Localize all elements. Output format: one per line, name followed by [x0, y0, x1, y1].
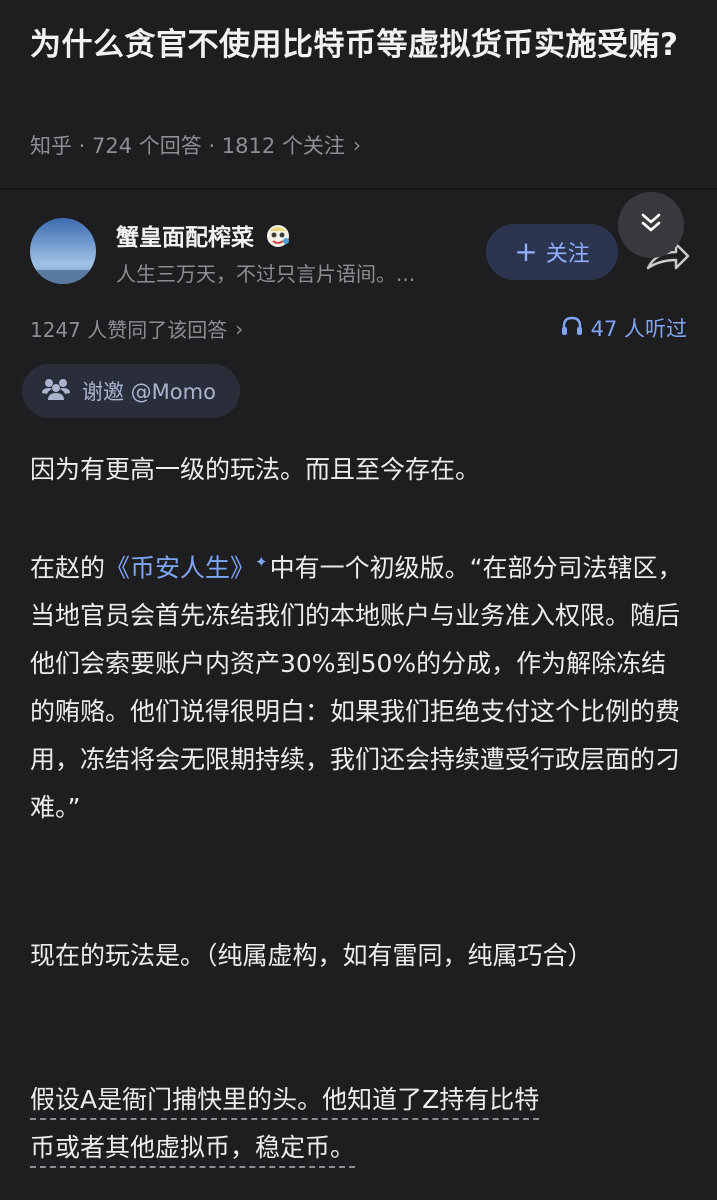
- answer-paragraph: 假设A是衙门捕快里的头。他知道了Z持有比特 币或者其他虚拟币，稳定币。: [30, 1076, 690, 1172]
- vote-count[interactable]: 1247 人赞同了该回答 ›: [30, 314, 243, 343]
- invite-pill[interactable]: 谢邀 @Momo: [22, 364, 240, 418]
- follow-label: 关注: [545, 242, 590, 267]
- answer-text: 中有一个初级版。“在部分司法辖区，当地官员会首先冻结我们的本地账户与业务准入权限…: [30, 553, 683, 823]
- question-meta-text: 知乎 · 724 个回答 · 1812 个关注: [30, 134, 345, 158]
- collapse-button[interactable]: [618, 192, 684, 258]
- invite-label: 谢邀 @Momo: [82, 380, 216, 404]
- chevron-right-icon: ›: [352, 133, 361, 157]
- plus-icon: +: [514, 235, 538, 268]
- sparkle-icon: ✦: [255, 553, 268, 571]
- listen-count[interactable]: 47 人听过: [561, 313, 687, 343]
- follow-button[interactable]: + 关注: [486, 224, 618, 280]
- avatar[interactable]: [30, 218, 96, 284]
- highlighted-text[interactable]: 假设A是衙门捕快里的头。他知道了Z持有比特: [30, 1085, 540, 1120]
- chevron-right-icon: ›: [235, 316, 244, 341]
- answer-paragraph: 在赵的《币安人生》✦中有一个初级版。“在部分司法辖区，当地官员会首先冻结我们的本…: [30, 538, 690, 832]
- answer-text: 在赵的: [30, 553, 106, 583]
- answer-paragraph: 现在的玩法是。（纯属虚构，如有雷同，纯属巧合）: [30, 941, 593, 970]
- headphones-icon: [561, 316, 591, 341]
- author-signature: 人生三万天，不过只言片语间。...: [116, 262, 416, 286]
- question-title[interactable]: 为什么贪官不使用比特币等虚拟货币实施受贿?: [30, 22, 700, 68]
- listen-count-text: 47 人听过: [590, 317, 687, 341]
- question-meta[interactable]: 知乎 · 724 个回答 · 1812 个关注 ›: [30, 130, 361, 160]
- highlighted-text[interactable]: 币或者其他虚拟币，稳定币。: [30, 1133, 356, 1168]
- chevrons-down-icon: [638, 210, 664, 240]
- author-name-text: 蟹皇面配榨菜: [116, 225, 254, 251]
- vote-count-text: 1247 人赞同了该回答: [30, 318, 228, 342]
- people-icon: [42, 377, 82, 406]
- badge-icon: [264, 221, 292, 249]
- author-name[interactable]: 蟹皇面配榨菜: [116, 218, 292, 252]
- book-link[interactable]: 《币安人生》: [105, 553, 255, 582]
- divider: [0, 188, 717, 190]
- answer-paragraph: 因为有更高一级的玩法。而且至今存在。: [30, 455, 481, 484]
